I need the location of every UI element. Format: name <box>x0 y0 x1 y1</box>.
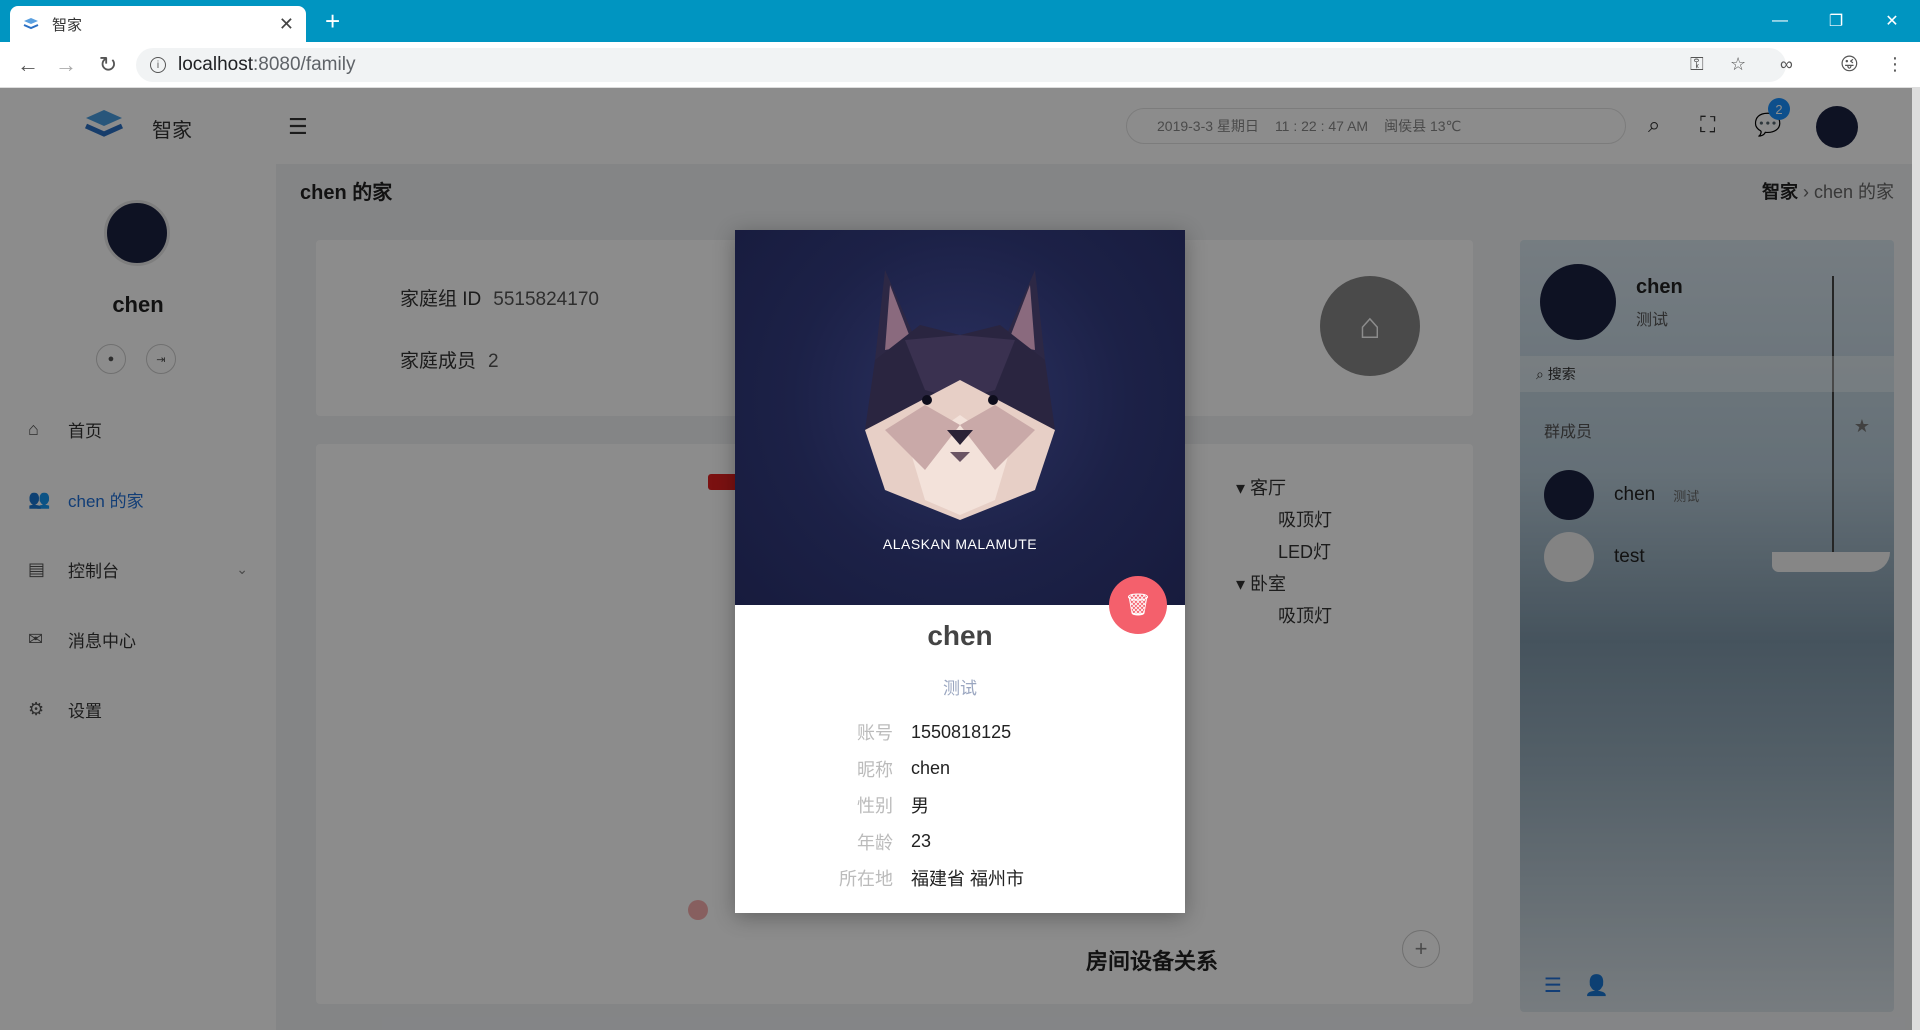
scrollbar[interactable] <box>1912 88 1920 1030</box>
tab-title: 智家 <box>52 16 83 34</box>
forward-icon[interactable]: → <box>52 51 80 79</box>
field-key: 账号 <box>857 723 893 744</box>
url-path: :8080/family <box>253 54 356 75</box>
back-icon[interactable]: ← <box>14 51 42 79</box>
url-field[interactable]: i localhost:8080/family <box>136 48 1786 82</box>
profile-name: chen <box>927 620 993 651</box>
field-value: 男 <box>911 796 929 817</box>
field-value: 福建省 福州市 <box>911 869 1025 890</box>
profile-field: 所在地 福建省 福州市 <box>735 860 1185 897</box>
field-value: 23 <box>911 831 932 852</box>
reload-icon[interactable]: ↻ <box>94 51 122 79</box>
profile-field: 年龄 23 <box>735 824 1185 861</box>
maximize-icon[interactable]: ❐ <box>1808 0 1864 42</box>
browser-tab[interactable]: 智家 ✕ <box>10 6 306 42</box>
field-key: 所在地 <box>839 869 893 890</box>
field-value: chen <box>911 758 951 779</box>
app-logo-icon <box>23 18 39 30</box>
field-value: 1550818125 <box>911 721 1012 742</box>
close-window-icon[interactable]: ✕ <box>1864 0 1920 42</box>
profile-field: 昵称 chen <box>735 751 1185 788</box>
new-tab-button[interactable]: + <box>325 8 340 34</box>
field-key: 昵称 <box>857 759 893 780</box>
profile-fields: 账号 1550818125 昵称 chen 性别男 年龄 23 所在地 福建省 福州市 <box>735 714 1185 897</box>
address-bar: ← → ↻ i localhost:8080/family ⚿ ☆ ∞ 😜 ⋮ <box>0 42 1920 88</box>
profile-modal: ALASKAN MALAMUTE 🗑 chen 测试 账号 1550818125 … <box>735 230 1185 913</box>
site-info-icon[interactable]: i <box>150 57 166 73</box>
minimize-icon[interactable]: — <box>1752 0 1808 42</box>
browser-menu-icon[interactable]: ⋮ <box>1886 54 1904 75</box>
close-tab-icon[interactable]: ✕ <box>279 14 294 35</box>
profile-field: 账号 1550818125 <box>735 714 1185 751</box>
profile-field: 性别男 <box>735 787 1185 824</box>
url-host: localhost <box>178 54 253 75</box>
bookmark-star-icon[interactable]: ☆ <box>1730 54 1746 75</box>
image-caption: ALASKAN MALAMUTE <box>882 536 1038 552</box>
profile-subtitle: 测试 <box>943 679 977 698</box>
browser-tab-bar: 智家 ✕ + — ❐ ✕ <box>0 0 1920 42</box>
profile-emoji-icon[interactable]: 😜 <box>1840 54 1859 75</box>
key-icon[interactable]: ⚿ <box>1690 54 1704 75</box>
field-key: 性别 <box>857 796 893 817</box>
field-key: 年龄 <box>857 832 893 853</box>
window-controls: — ❐ ✕ <box>1752 0 1920 42</box>
extension-icon[interactable]: ∞ <box>1780 54 1793 75</box>
trash-icon: 🗑 <box>1124 592 1152 617</box>
profile-image: ALASKAN MALAMUTE <box>735 230 1185 605</box>
